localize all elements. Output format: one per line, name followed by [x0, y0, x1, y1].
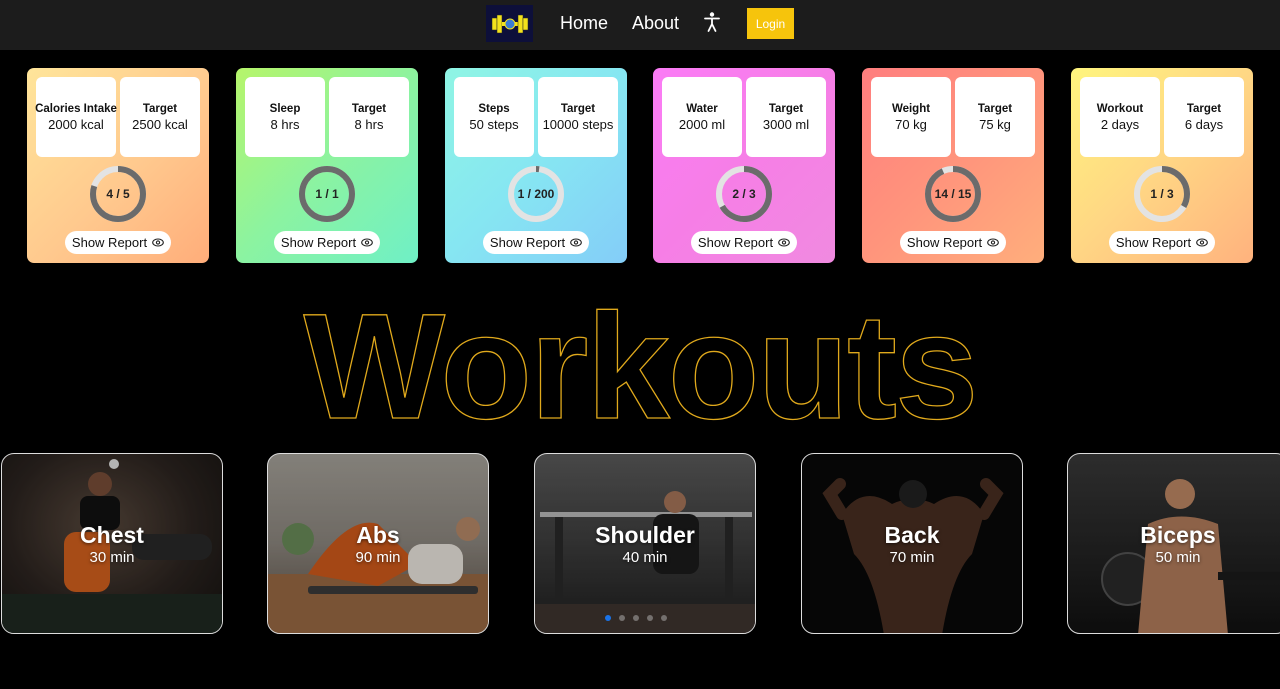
stat-card-water: Water 2000 ml Target 3000 ml 2 / 3 Show … — [653, 68, 835, 263]
carousel-dot[interactable] — [605, 615, 611, 621]
show-report-button[interactable]: Show Report — [900, 231, 1006, 254]
stat-target-box: Target 8 hrs — [329, 77, 409, 157]
progress-text: 1 / 1 — [315, 187, 339, 201]
progress-text: 1 / 3 — [1150, 187, 1174, 201]
workout-duration: 30 min — [89, 549, 135, 566]
stat-target-box: Target 2500 kcal — [120, 77, 200, 157]
stat-target-box: Target 75 kg — [955, 77, 1035, 157]
target-value: 3000 ml — [762, 116, 810, 132]
nav-about-link[interactable]: About — [632, 13, 679, 34]
show-report-button[interactable]: Show Report — [274, 231, 380, 254]
workout-name: Biceps — [1140, 522, 1216, 548]
eye-icon — [1196, 235, 1208, 250]
carousel-dot[interactable] — [647, 615, 653, 621]
show-report-label: Show Report — [1115, 235, 1192, 250]
workout-card-abs[interactable]: Abs 90 min — [267, 453, 489, 634]
show-report-label: Show Report — [489, 235, 566, 250]
stat-value: 2000 ml — [678, 116, 726, 132]
target-value: 8 hrs — [354, 116, 384, 132]
progress-text: 4 / 5 — [106, 187, 130, 201]
carousel-dot[interactable] — [619, 615, 625, 621]
show-report-button[interactable]: Show Report — [1109, 231, 1215, 254]
workout-name: Abs — [356, 522, 400, 548]
section-title: Workouts — [303, 296, 979, 436]
show-report-button[interactable]: Show Report — [691, 231, 797, 254]
target-label: Target — [351, 102, 387, 115]
login-button[interactable]: Login — [747, 8, 794, 39]
target-value: 2500 kcal — [132, 116, 188, 132]
show-report-label: Show Report — [906, 235, 983, 250]
stat-value: 2 days — [1100, 116, 1140, 132]
stat-card-weight: Weight 70 kg Target 75 kg 14 / 15 Show R… — [862, 68, 1044, 263]
dumbbell-logo-icon[interactable] — [486, 5, 533, 42]
workout-name: Back — [884, 522, 940, 548]
progress-text: 2 / 3 — [732, 187, 756, 201]
eye-icon — [778, 235, 790, 250]
stat-current-box: Steps 50 steps — [454, 77, 534, 157]
show-report-button[interactable]: Show Report — [483, 231, 589, 254]
nav-home-link[interactable]: Home — [560, 13, 608, 34]
stat-label: Workout — [1096, 102, 1144, 115]
stat-target-box: Target 10000 steps — [538, 77, 618, 157]
stat-target-box: Target 6 days — [1164, 77, 1244, 157]
stat-value: 8 hrs — [270, 116, 300, 132]
stat-value: 50 steps — [469, 116, 519, 132]
stat-value: 70 kg — [895, 116, 927, 132]
target-value: 6 days — [1184, 116, 1224, 132]
show-report-label: Show Report — [280, 235, 357, 250]
workout-duration: 90 min — [355, 549, 401, 566]
workout-card-chest[interactable]: Chest 30 min — [1, 453, 223, 634]
carousel-dot[interactable] — [661, 615, 667, 621]
progress-text: 14 / 15 — [934, 187, 972, 201]
stat-current-box: Calories Intake 2000 kcal — [35, 77, 117, 157]
stat-current-box: Workout 2 days — [1080, 77, 1160, 157]
stat-current-box: Weight 70 kg — [871, 77, 951, 157]
stat-label: Calories Intake — [35, 102, 117, 115]
show-report-label: Show Report — [71, 235, 148, 250]
stat-value: 2000 kcal — [48, 116, 104, 132]
workout-duration: 40 min — [622, 549, 668, 566]
section-title-text: Workouts — [304, 296, 977, 436]
show-report-label: Show Report — [697, 235, 774, 250]
eye-icon — [987, 235, 999, 250]
carousel-pagination — [605, 615, 667, 621]
stat-card-steps: Steps 50 steps Target 10000 steps 1 / 20… — [445, 68, 627, 263]
stat-card-workout: Workout 2 days Target 6 days 1 / 3 Show … — [1071, 68, 1253, 263]
show-report-button[interactable]: Show Report — [65, 231, 171, 254]
workout-card-biceps[interactable]: Biceps 50 min — [1067, 453, 1280, 634]
workout-duration: 50 min — [1155, 549, 1201, 566]
workout-duration: 70 min — [889, 549, 935, 566]
stat-card-sleep: Sleep 8 hrs Target 8 hrs 1 / 1 Show Repo… — [236, 68, 418, 263]
progress-text: 1 / 200 — [517, 187, 555, 201]
stat-label: Steps — [478, 102, 510, 115]
target-label: Target — [560, 102, 596, 115]
navbar: Home About Login — [0, 0, 1280, 50]
workout-card-back[interactable]: Back 70 min — [801, 453, 1023, 634]
stat-target-box: Target 3000 ml — [746, 77, 826, 157]
stat-current-box: Sleep 8 hrs — [245, 77, 325, 157]
target-label: Target — [1186, 102, 1222, 115]
carousel-dot[interactable] — [633, 615, 639, 621]
stat-current-box: Water 2000 ml — [662, 77, 742, 157]
eye-icon — [570, 235, 582, 250]
stat-card-calories: Calories Intake 2000 kcal Target 2500 kc… — [27, 68, 209, 263]
stat-label: Sleep — [269, 102, 301, 115]
eye-icon — [152, 235, 164, 250]
workout-card-shoulder[interactable]: Shoulder 40 min — [534, 453, 756, 634]
stat-label: Water — [686, 102, 718, 115]
accessibility-icon[interactable] — [702, 11, 722, 33]
target-value: 10000 steps — [542, 116, 614, 132]
target-label: Target — [768, 102, 804, 115]
workout-name: Shoulder — [595, 522, 695, 548]
stat-label: Weight — [891, 102, 931, 115]
target-value: 75 kg — [979, 116, 1011, 132]
eye-icon — [361, 235, 373, 250]
target-label: Target — [142, 102, 178, 115]
workout-name: Chest — [80, 522, 144, 548]
target-label: Target — [977, 102, 1013, 115]
